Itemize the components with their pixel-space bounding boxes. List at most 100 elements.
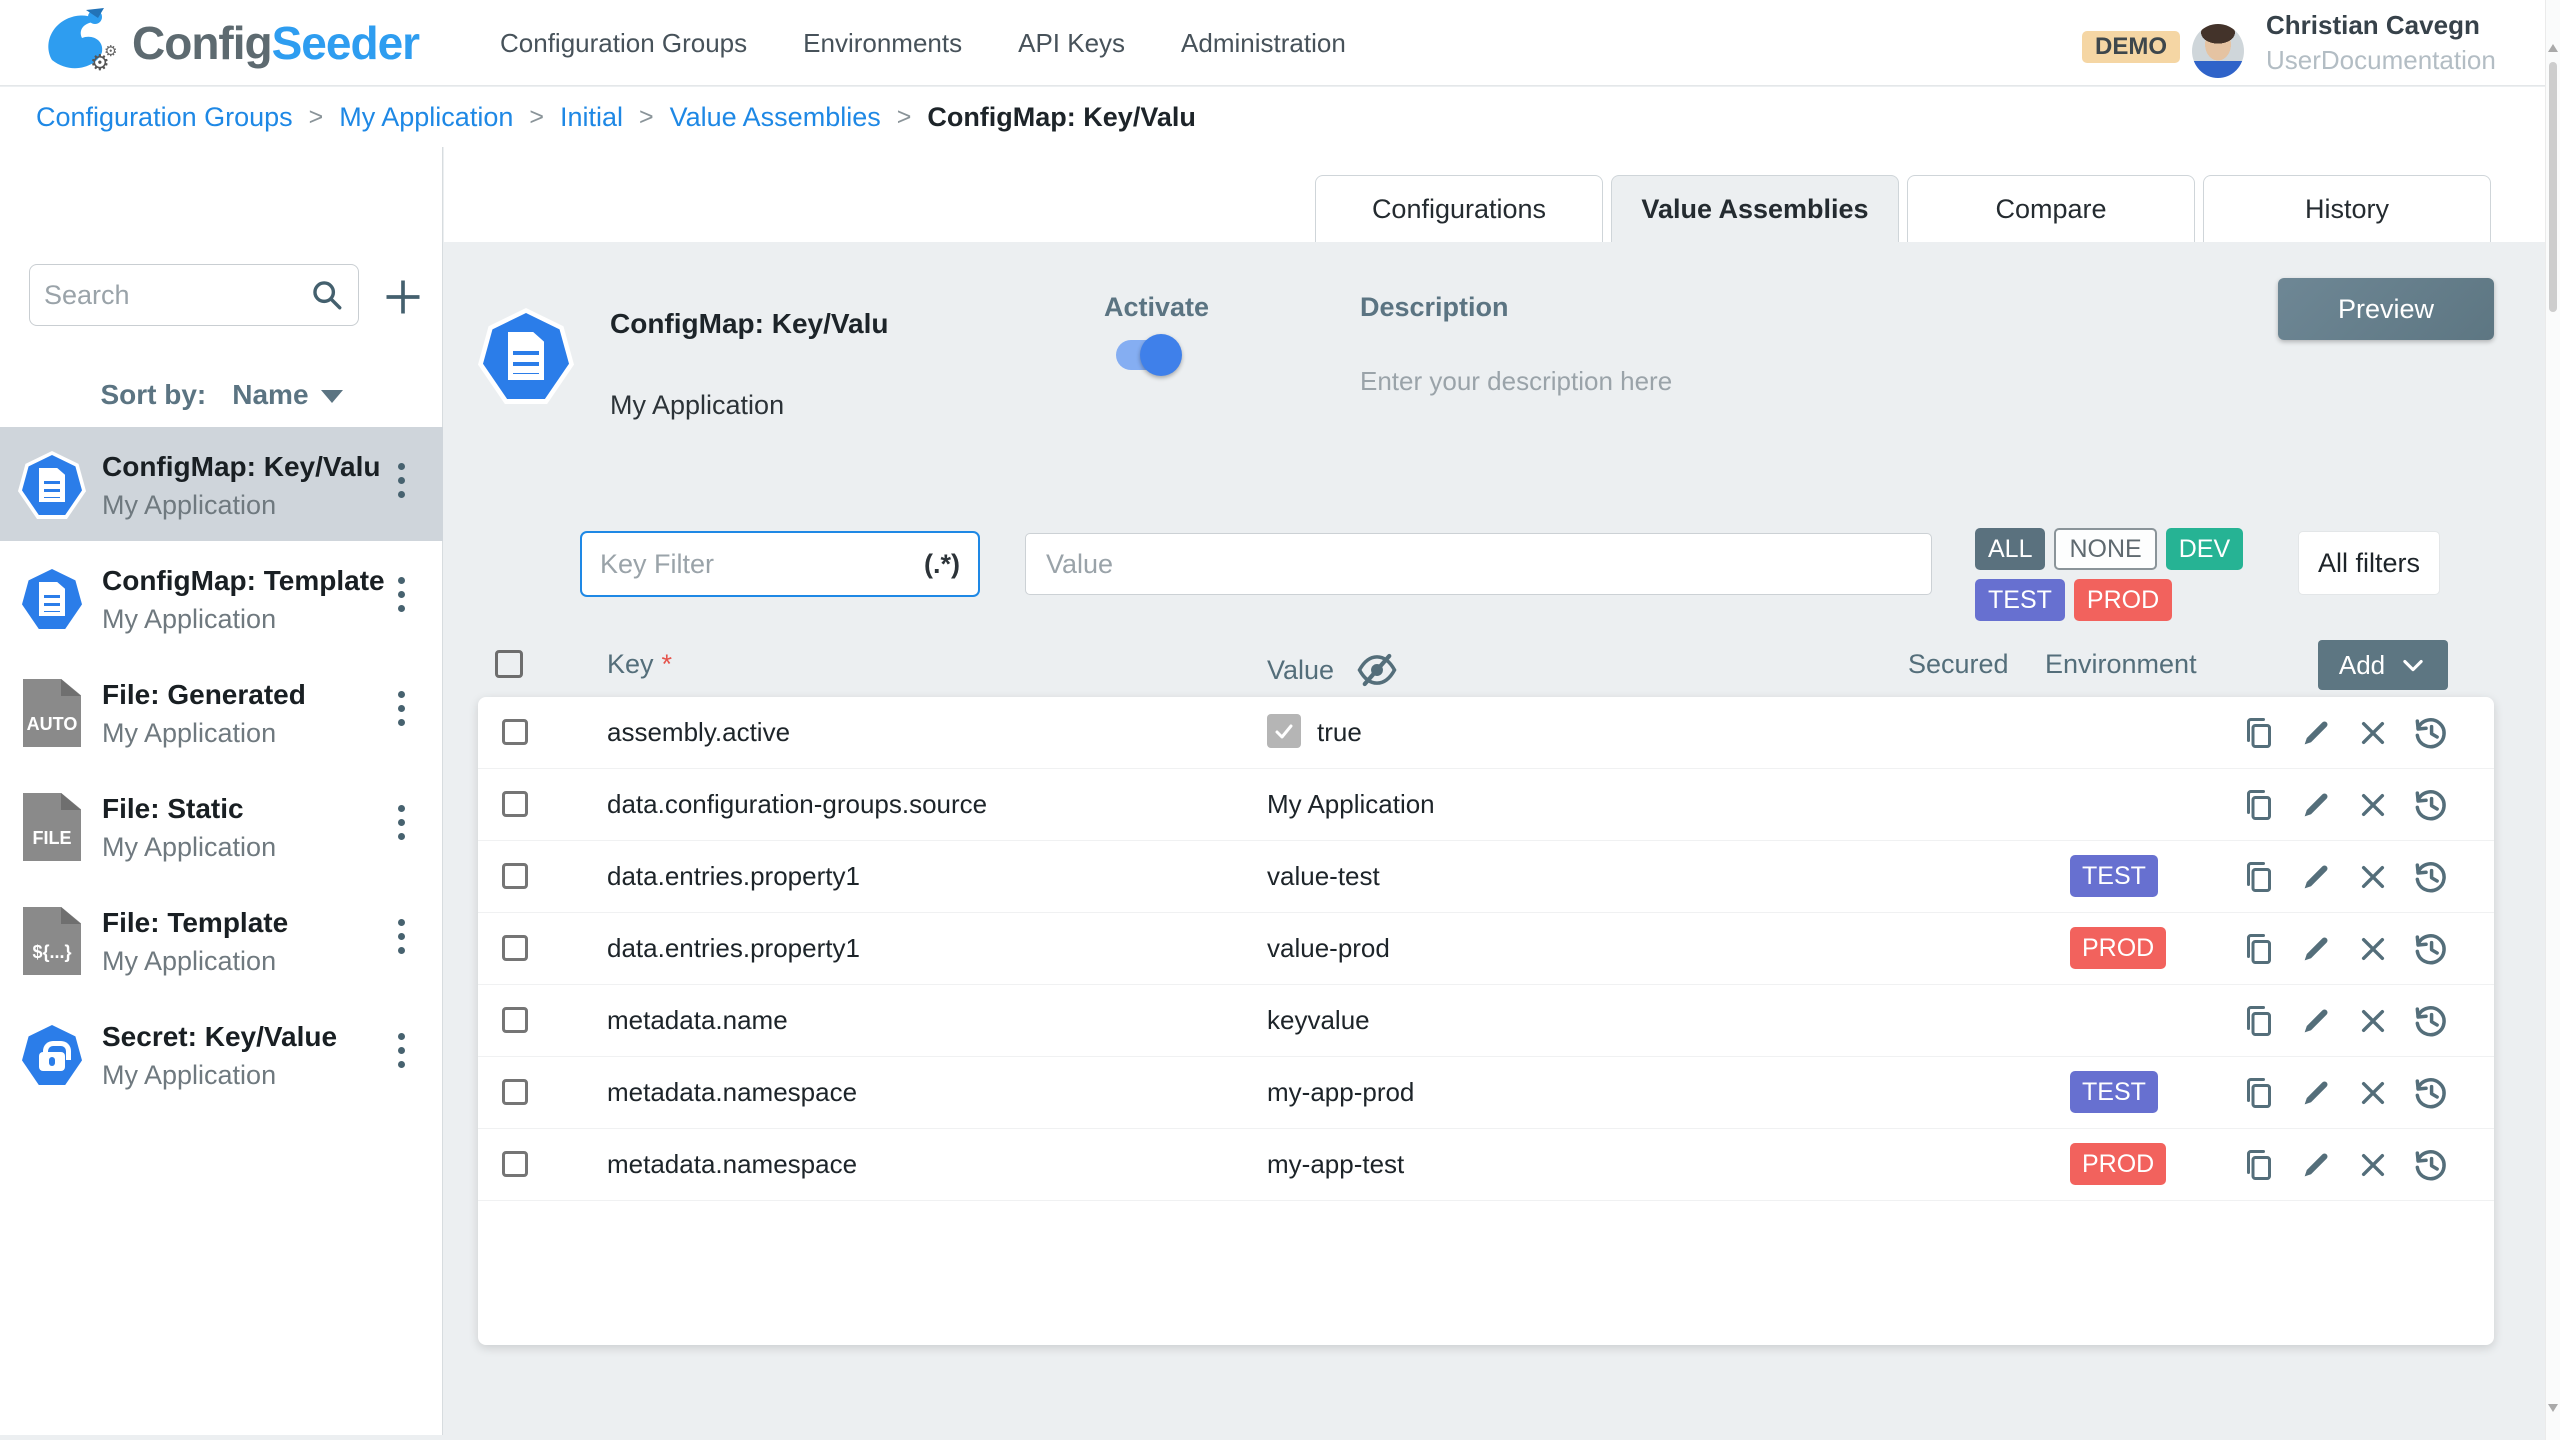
row-checkbox[interactable] <box>502 791 528 817</box>
filter-chip[interactable]: DEV <box>2166 528 2243 570</box>
assembly-type-icon <box>18 1021 86 1089</box>
preview-button[interactable]: Preview <box>2278 278 2494 340</box>
column-header-secured: Secured <box>1908 649 2009 680</box>
delete-icon[interactable] <box>2354 930 2392 968</box>
activate-toggle[interactable] <box>1116 340 1180 370</box>
history-icon[interactable] <box>2411 786 2449 824</box>
tab[interactable]: History <box>2203 175 2491 242</box>
filter-chip[interactable]: PROD <box>2074 579 2172 621</box>
row-checkbox[interactable] <box>502 935 528 961</box>
copy-icon[interactable] <box>2240 1146 2278 1184</box>
kebab-menu-icon[interactable] <box>391 805 411 840</box>
select-all-checkbox[interactable] <box>495 650 523 678</box>
list-item[interactable]: Secret: Key/Value My Application <box>0 997 443 1111</box>
tab[interactable]: Value Assemblies <box>1611 175 1899 242</box>
filter-chip[interactable]: TEST <box>1975 579 2065 621</box>
list-item[interactable]: ${...} File: Template My Application <box>0 883 443 997</box>
scroll-up-arrow-icon[interactable] <box>2548 44 2558 52</box>
edit-icon[interactable] <box>2297 1074 2335 1112</box>
breadcrumb-link[interactable]: Configuration Groups <box>36 102 293 133</box>
history-icon[interactable] <box>2411 930 2449 968</box>
delete-icon[interactable] <box>2354 714 2392 752</box>
edit-icon[interactable] <box>2297 786 2335 824</box>
copy-icon[interactable] <box>2240 1074 2278 1112</box>
breadcrumb-link[interactable]: Initial <box>560 102 623 133</box>
copy-icon[interactable] <box>2240 786 2278 824</box>
history-icon[interactable] <box>2411 1002 2449 1040</box>
delete-icon[interactable] <box>2354 858 2392 896</box>
edit-icon[interactable] <box>2297 930 2335 968</box>
row-checkbox[interactable] <box>502 1007 528 1033</box>
history-icon[interactable] <box>2411 714 2449 752</box>
tab[interactable]: Compare <box>1907 175 2195 242</box>
delete-icon[interactable] <box>2354 1074 2392 1112</box>
page-scrollbar[interactable] <box>2545 0 2560 1440</box>
user-info[interactable]: Christian Cavegn UserDocumentation <box>2266 6 2496 76</box>
row-actions <box>2240 930 2449 968</box>
breadcrumb: Configuration Groups > My Application > … <box>0 87 2560 147</box>
edit-icon[interactable] <box>2297 1146 2335 1184</box>
kebab-menu-icon[interactable] <box>391 691 411 726</box>
breadcrumb-link[interactable]: Value Assemblies <box>670 102 881 133</box>
row-checkbox[interactable] <box>502 1151 528 1177</box>
edit-icon[interactable] <box>2297 858 2335 896</box>
environment-filter-chips: ALLNONEDEV TESTPROD <box>1975 528 2265 621</box>
tab-bar: ConfigurationsValue AssembliesCompareHis… <box>1315 175 2491 242</box>
row-checkbox[interactable] <box>502 719 528 745</box>
search-input[interactable] <box>44 280 310 311</box>
row-actions <box>2240 1002 2449 1040</box>
nav-link[interactable]: API Keys <box>1018 28 1125 59</box>
delete-icon[interactable] <box>2354 1146 2392 1184</box>
copy-icon[interactable] <box>2240 714 2278 752</box>
kebab-menu-icon[interactable] <box>391 1033 411 1068</box>
kebab-menu-icon[interactable] <box>391 577 411 612</box>
nav-link[interactable]: Configuration Groups <box>500 28 747 59</box>
key-filter-field: (.*) <box>580 531 980 597</box>
assembly-type-icon: FILE <box>18 793 86 861</box>
copy-icon[interactable] <box>2240 1002 2278 1040</box>
list-item[interactable]: ConfigMap: Key/Valu My Application <box>0 427 443 541</box>
app-logo[interactable]: ⚙ ⚙ ConfigSeeder <box>38 8 419 78</box>
history-icon[interactable] <box>2411 1146 2449 1184</box>
value-cell: keyvalue <box>1267 1005 1370 1036</box>
environment-badge: TEST <box>2070 1071 2158 1113</box>
delete-icon[interactable] <box>2354 1002 2392 1040</box>
delete-icon[interactable] <box>2354 786 2392 824</box>
assembly-subtitle: My Application <box>102 715 306 751</box>
row-checkbox[interactable] <box>502 863 528 889</box>
copy-icon[interactable] <box>2240 930 2278 968</box>
nav-link[interactable]: Administration <box>1181 28 1346 59</box>
list-item[interactable]: AUTO File: Generated My Application <box>0 655 443 769</box>
history-icon[interactable] <box>2411 858 2449 896</box>
row-checkbox[interactable] <box>502 1079 528 1105</box>
tab[interactable]: Configurations <box>1315 175 1603 242</box>
edit-icon[interactable] <box>2297 1002 2335 1040</box>
value-filter-input[interactable] <box>1025 533 1932 595</box>
kebab-menu-icon[interactable] <box>391 919 411 954</box>
edit-icon[interactable] <box>2297 714 2335 752</box>
all-filters-button[interactable]: All filters <box>2298 531 2440 595</box>
copy-icon[interactable] <box>2240 858 2278 896</box>
description-placeholder[interactable]: Enter your description here <box>1360 366 1672 397</box>
filter-chip[interactable]: NONE <box>2054 528 2156 570</box>
add-value-assembly-button[interactable] <box>378 272 428 322</box>
scroll-down-arrow-icon[interactable] <box>2548 1404 2558 1412</box>
breadcrumb-link[interactable]: My Application <box>339 102 513 133</box>
eye-off-icon[interactable] <box>1356 649 1398 691</box>
value-text: keyvalue <box>1267 1005 1370 1036</box>
list-item[interactable]: ConfigMap: Template My Application <box>0 541 443 655</box>
sort-value[interactable]: Name <box>232 379 308 410</box>
key-filter-input[interactable] <box>600 549 916 580</box>
history-icon[interactable] <box>2411 1074 2449 1112</box>
kebab-menu-icon[interactable] <box>391 463 411 498</box>
scrollbar-thumb[interactable] <box>2549 62 2557 312</box>
user-avatar[interactable] <box>2192 24 2244 78</box>
chevron-down-icon[interactable] <box>321 390 343 403</box>
filter-chip[interactable]: ALL <box>1975 528 2045 570</box>
environment-badge: PROD <box>2070 927 2166 969</box>
search-icon[interactable] <box>310 278 344 312</box>
add-button[interactable]: Add <box>2318 640 2448 690</box>
value-cell: my-app-test <box>1267 1149 1404 1180</box>
list-item[interactable]: FILE File: Static My Application <box>0 769 443 883</box>
nav-link[interactable]: Environments <box>803 28 962 59</box>
